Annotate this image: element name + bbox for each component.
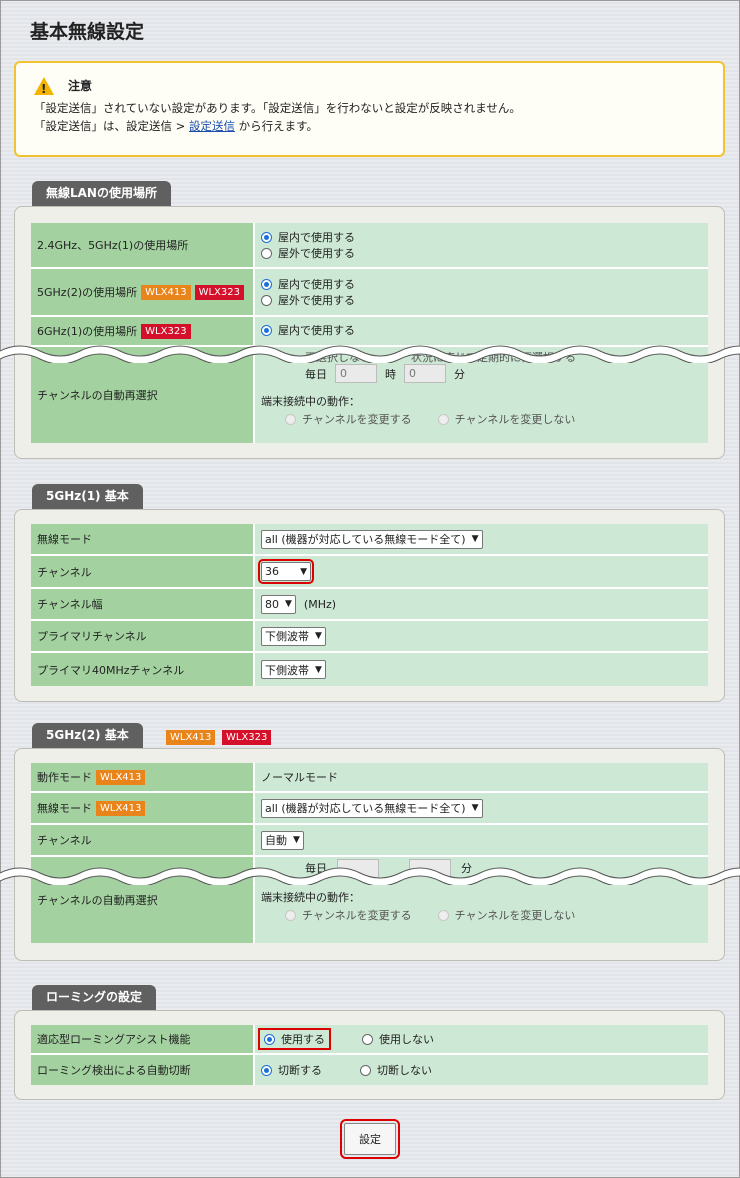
badge-wlx413: WLX413 — [141, 284, 191, 300]
page-title: 基本無線設定 — [30, 21, 145, 43]
row-label: プライマリチャンネル — [31, 621, 255, 651]
warning-icon — [34, 77, 54, 98]
radio-indoor-6g1[interactable]: 屋内で使用する — [261, 322, 708, 338]
row-label: 適応型ローミングアシスト機能 — [31, 1025, 255, 1053]
row-label: チャンネル — [31, 556, 255, 587]
5g2-mode-select[interactable]: all (機器が対応している無線モード全て) ▼ — [261, 798, 483, 818]
notice-box: 注意 「設定送信」されていない設定があります。「設定送信」を行わないと設定が反映… — [14, 61, 725, 157]
badge-wlx413: WLX413 — [96, 800, 146, 816]
notice-line-1: 「設定送信」されていない設定があります。「設定送信」を行わないと設定が反映されま… — [34, 101, 521, 115]
daily-label: 毎日 — [305, 367, 327, 381]
row-label: 2.4GHz、5GHz(1)の使用場所 — [31, 223, 255, 267]
row-roaming-assist: 適応型ローミングアシスト機能 使用する 使用しない — [31, 1025, 708, 1055]
radio-outdoor-24g[interactable]: 屋外で使用する — [261, 245, 708, 261]
radio-indoor-5g2[interactable]: 屋内で使用する — [261, 276, 708, 292]
minute-input[interactable]: 0 — [404, 364, 446, 383]
section-tab-5g1: 5GHz(1) 基本 — [32, 484, 143, 509]
row-5g1-width: チャンネル幅 80 ▼ (MHz) — [31, 589, 708, 621]
5g1-channel-select[interactable]: 36 ▼ — [258, 559, 314, 584]
row-5g1-mode: 無線モード all (機器が対応している無線モード全て) ▼ — [31, 524, 708, 556]
row-5g2-op-mode: 動作モード WLX413 ノーマルモード — [31, 763, 708, 793]
cut-wave-divider — [0, 345, 740, 363]
badge-wlx413: WLX413 — [166, 730, 216, 745]
radio-assist-on[interactable]: 使用する — [258, 1028, 331, 1050]
radio-cut-off[interactable]: 切断しない — [360, 1062, 432, 1078]
radio-assist-off[interactable]: 使用しない — [362, 1031, 434, 1047]
row-label: 動作モード WLX413 — [31, 763, 255, 791]
row-roaming-cut: ローミング検出による自動切断 切断する 切断しない — [31, 1055, 708, 1085]
radio-keep-channel[interactable]: チャンネルを変更しない — [437, 411, 575, 427]
radio-cut-on[interactable]: 切断する — [261, 1062, 322, 1078]
row-label: チャンネル幅 — [31, 589, 255, 619]
op-mode-value: ノーマルモード — [255, 763, 708, 791]
hour-unit: 時 — [385, 367, 396, 381]
radio-keep-channel-5g2[interactable]: チャンネルを変更しない — [437, 907, 575, 923]
5g1-mode-select[interactable]: all (機器が対応している無線モード全て) ▼ — [261, 529, 483, 549]
notice-title: 注意 — [68, 79, 93, 93]
minute-unit: 分 — [454, 367, 465, 381]
send-settings-link[interactable]: 設定送信 — [189, 119, 235, 133]
row-5g2-mode: 無線モード WLX413 all (機器が対応している無線モード全て) ▼ — [31, 793, 708, 825]
badge-wlx413: WLX413 — [96, 769, 146, 785]
row-label: ローミング検出による自動切断 — [31, 1055, 255, 1085]
behavior-label: 端末接続中の動作： — [261, 395, 360, 408]
badge-wlx323: WLX323 — [141, 323, 191, 339]
row-5g1-primary40: プライマリ40MHzチャンネル 下側波帯 ▼ — [31, 653, 708, 686]
section-tab-5g2: 5GHz(2) 基本 — [32, 723, 143, 748]
row-label: プライマリ40MHzチャンネル — [31, 653, 255, 686]
notice-line-2: 「設定送信」は、設定送信 > 設定送信 から行えます。 — [34, 117, 705, 135]
panel-location: 2.4GHz、5GHz(1)の使用場所 屋内で使用する 屋外で使用する 5GHz… — [14, 206, 725, 459]
width-unit: (MHz) — [303, 597, 337, 611]
radio-change-channel[interactable]: チャンネルを変更する — [285, 411, 412, 427]
section-tab-location: 無線LANの使用場所 — [32, 181, 171, 206]
5g1-primary40-select[interactable]: 下側波帯 ▼ — [261, 660, 326, 679]
panel-5g1: 無線モード all (機器が対応している無線モード全て) ▼ チャンネル 36 ▼ … — [14, 509, 725, 702]
row-5g2-location: 5GHz(2)の使用場所 WLX413 WLX323 屋内で使用する 屋外で使用… — [31, 269, 708, 317]
badge-wlx323: WLX323 — [222, 730, 272, 745]
row-label: 5GHz(2)の使用場所 WLX413 WLX323 — [31, 269, 255, 315]
section-tab-roaming: ローミングの設定 — [32, 985, 157, 1010]
radio-indoor-24g[interactable]: 屋内で使用する — [261, 229, 708, 245]
row-5g1-channel: チャンネル 36 ▼ — [31, 556, 708, 589]
notice-line-2-suffix: から行えます。 — [234, 119, 318, 133]
row-5g1-primary: プライマリチャンネル 下側波帯 ▼ — [31, 621, 708, 653]
submit-button[interactable]: 設定 — [340, 1119, 400, 1159]
5g1-primary-select[interactable]: 下側波帯 ▼ — [261, 626, 326, 646]
row-label: チャンネル — [31, 825, 255, 855]
hour-input[interactable]: 0 — [335, 364, 377, 383]
panel-roaming: 適応型ローミングアシスト機能 使用する 使用しない ローミング検出による自動切断… — [14, 1010, 725, 1100]
panel-5g2: 動作モード WLX413 ノーマルモード 無線モード WLX413 all (機器が… — [14, 748, 725, 961]
5g1-width-select[interactable]: 80 ▼ — [261, 594, 296, 614]
row-label: 無線モード — [31, 524, 255, 554]
badge-wlx323: WLX323 — [194, 284, 244, 300]
row-24g-5g1-location: 2.4GHz、5GHz(1)の使用場所 屋内で使用する 屋外で使用する — [31, 223, 708, 269]
radio-outdoor-5g2[interactable]: 屋外で使用する — [261, 292, 708, 308]
row-label: 無線モード WLX413 — [31, 793, 255, 823]
cut-wave-divider — [0, 867, 740, 885]
radio-change-channel-5g2[interactable]: チャンネルを変更する — [285, 907, 412, 923]
notice-line-2-prefix: 「設定送信」は、設定送信 > — [34, 119, 189, 133]
5g2-channel-select[interactable]: 自動 ▼ — [261, 830, 304, 850]
row-5g2-channel: チャンネル 自動 ▼ — [31, 825, 708, 857]
behavior-label: 端末接続中の動作： — [261, 891, 360, 904]
